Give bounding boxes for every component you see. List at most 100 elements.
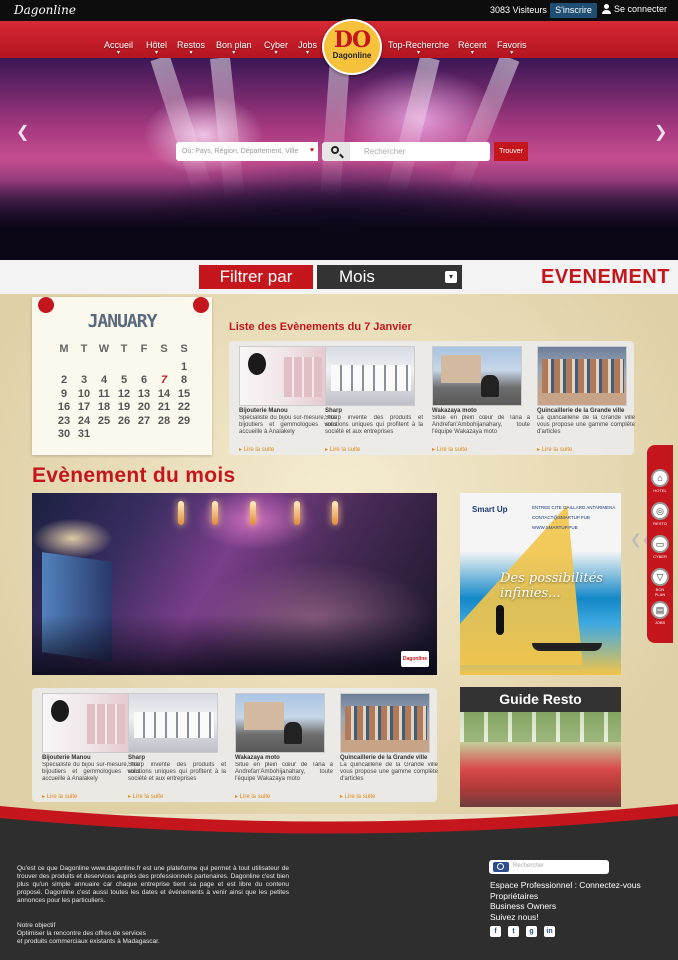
calendar-day[interactable]: 9 <box>54 388 74 402</box>
calendar-day[interactable]: 27 <box>134 415 154 429</box>
event-of-month-photo[interactable]: Dagonline <box>32 493 437 675</box>
event-card-image[interactable] <box>235 693 325 753</box>
calendar-day[interactable]: 14 <box>154 388 174 402</box>
calendar-day[interactable]: 20 <box>134 401 154 415</box>
search-icon-box[interactable] <box>322 142 350 161</box>
calendar-day[interactable]: 17 <box>74 401 94 415</box>
event-card[interactable]: Bijouterie Manou Spécialiste du bijou sur… <box>239 346 337 453</box>
nav-item-recent[interactable]: Récent <box>458 40 487 50</box>
login-link[interactable]: Se connecter <box>602 4 667 14</box>
event-card-name[interactable]: Sharp <box>325 408 423 414</box>
read-more-link[interactable]: ▸ Lire la suite <box>239 446 337 453</box>
event-card-name[interactable]: Quincaillerie de la Grande ville <box>340 755 438 761</box>
facebook-icon[interactable]: f <box>490 926 501 937</box>
signup-button[interactable]: S'inscrire <box>550 3 597 18</box>
event-card-image[interactable] <box>239 346 329 406</box>
calendar-day[interactable]: 31 <box>74 428 94 442</box>
search-input[interactable]: Rechercher <box>350 142 490 161</box>
calendar-day[interactable]: 16 <box>54 401 74 415</box>
footer-link-pro[interactable]: Espace Professionnel : Connectez-vous <box>490 880 670 891</box>
read-more-link[interactable]: ▸ Lire la suite <box>325 446 423 453</box>
event-card[interactable]: Sharp Sharp invente des produits et solut… <box>128 693 226 800</box>
calendar-day[interactable]: 8 <box>174 374 194 388</box>
nav-item-hotel[interactable]: Hôtel <box>146 40 167 50</box>
twitter-icon[interactable]: t <box>508 926 519 937</box>
calendar-day[interactable]: 13 <box>134 388 154 402</box>
event-card-image[interactable] <box>432 346 522 406</box>
nav-item-favoris[interactable]: Favoris <box>497 40 527 50</box>
event-card-desc: Situé en plein cœur de Tana à Andrefan'A… <box>235 762 333 782</box>
calendar-day[interactable]: 30 <box>54 428 74 442</box>
nav-item-restos[interactable]: Restos <box>177 40 205 50</box>
computer-icon: ▭ <box>651 535 669 553</box>
event-card-name[interactable]: Sharp <box>128 755 226 761</box>
side-tab-label: BON PLAN <box>654 587 666 597</box>
smartup-ad[interactable]: Smart Up ENTREE CITE GAILLARD ANTARIMENA… <box>460 493 621 675</box>
event-card-name[interactable]: Bijouterie Manou <box>239 408 337 414</box>
period-select[interactable]: Mois ▾ <box>317 265 462 289</box>
side-tab-cyber[interactable]: ▭ CYBER <box>650 535 670 559</box>
calendar-day[interactable]: 18 <box>94 401 114 415</box>
calendar-day[interactable]: 25 <box>94 415 114 429</box>
event-card[interactable]: Quincaillerie de la Grande ville La quinc… <box>537 346 635 453</box>
calendar-day[interactable]: 19 <box>114 401 134 415</box>
calendar-day[interactable]: 24 <box>74 415 94 429</box>
googleplus-icon[interactable]: g <box>526 926 537 937</box>
event-card[interactable]: Quincaillerie de la Grande ville La quinc… <box>340 693 438 800</box>
nav-item-top-recherche[interactable]: Top-Recherche <box>388 40 449 50</box>
calendar-day[interactable]: 26 <box>114 415 134 429</box>
footer-link-owners[interactable]: Propriétaires <box>490 891 670 902</box>
event-card-image[interactable] <box>537 346 627 406</box>
guide-resto-widget[interactable]: Guide Resto <box>460 687 621 807</box>
read-more-link[interactable]: ▸ Lire la suite <box>432 446 530 453</box>
calendar-day[interactable]: 4 <box>94 374 114 388</box>
event-card-name[interactable]: Wakazaya moto <box>235 755 333 761</box>
event-card-image[interactable] <box>128 693 218 753</box>
calendar-day[interactable]: 29 <box>174 415 194 429</box>
hero-prev-icon[interactable]: ❮ <box>16 122 29 141</box>
event-card[interactable]: Sharp Sharp invente des produits et solut… <box>325 346 423 453</box>
objective-title: Notre objectif <box>17 922 56 929</box>
calendar-day[interactable]: 11 <box>94 388 114 402</box>
calendar-day[interactable]: 3 <box>74 374 94 388</box>
calendar-day[interactable]: 2 <box>54 374 74 388</box>
calendar-day-today[interactable]: 7 <box>154 374 174 388</box>
hero-next-icon[interactable]: ❯ <box>654 122 667 141</box>
calendar-day[interactable]: 28 <box>154 415 174 429</box>
crowd-silhouette <box>0 180 678 260</box>
calendar-day[interactable]: 23 <box>54 415 74 429</box>
search-submit-button[interactable]: Trouver <box>494 142 528 161</box>
nav-item-accueil[interactable]: Accueil <box>104 40 133 50</box>
calendar-day[interactable]: 10 <box>74 388 94 402</box>
side-tab-jobs[interactable]: ▤ JOBS <box>650 601 670 625</box>
side-tab-hotel[interactable]: ⌂ HOTEL <box>650 469 670 493</box>
footer-link-business[interactable]: Business Owners <box>490 901 670 912</box>
location-select[interactable]: Où: Pays, Région, Département, Ville ♥ <box>176 142 318 161</box>
calendar-day[interactable]: 12 <box>114 388 134 402</box>
event-card[interactable]: Bijouterie Manou Spécialiste du bijou sur… <box>42 693 140 800</box>
site-logo[interactable]: DO Dagonline <box>322 19 382 75</box>
event-card[interactable]: Wakazaya moto Situé en plein cœur de Tana… <box>432 346 530 453</box>
event-card-name[interactable]: Wakazaya moto <box>432 408 530 414</box>
side-tab-bon-plan[interactable]: ▽ BON PLAN <box>650 568 670 597</box>
linkedin-icon[interactable]: in <box>544 926 555 937</box>
calendar-day[interactable]: 6 <box>134 374 154 388</box>
event-card-image[interactable] <box>42 693 132 753</box>
event-card-image[interactable] <box>340 693 430 753</box>
event-card-name[interactable]: Quincaillerie de la Grande ville <box>537 408 635 414</box>
nav-item-cyber[interactable]: Cyber <box>264 40 288 50</box>
read-more-link[interactable]: ▸ Lire la suite <box>537 446 635 453</box>
calendar-day[interactable]: 22 <box>174 401 194 415</box>
calendar-day[interactable]: 1 <box>174 361 194 375</box>
event-card[interactable]: Wakazaya moto Situé en plein cœur de Tana… <box>235 693 333 800</box>
side-tab-resto[interactable]: ◎ RESTO <box>650 502 670 526</box>
event-card-name[interactable]: Bijouterie Manou <box>42 755 140 761</box>
calendar-day[interactable]: 21 <box>154 401 174 415</box>
calendar-day[interactable]: 15 <box>174 388 194 402</box>
nav-item-jobs[interactable]: Jobs <box>298 40 317 50</box>
nav-item-bon-plan[interactable]: Bon plan <box>216 40 252 50</box>
event-card-image[interactable] <box>325 346 415 406</box>
footer-search-input[interactable]: Rechercher <box>489 860 609 874</box>
site-logo-small[interactable]: Dagonline <box>14 3 76 17</box>
calendar-day[interactable]: 5 <box>114 374 134 388</box>
